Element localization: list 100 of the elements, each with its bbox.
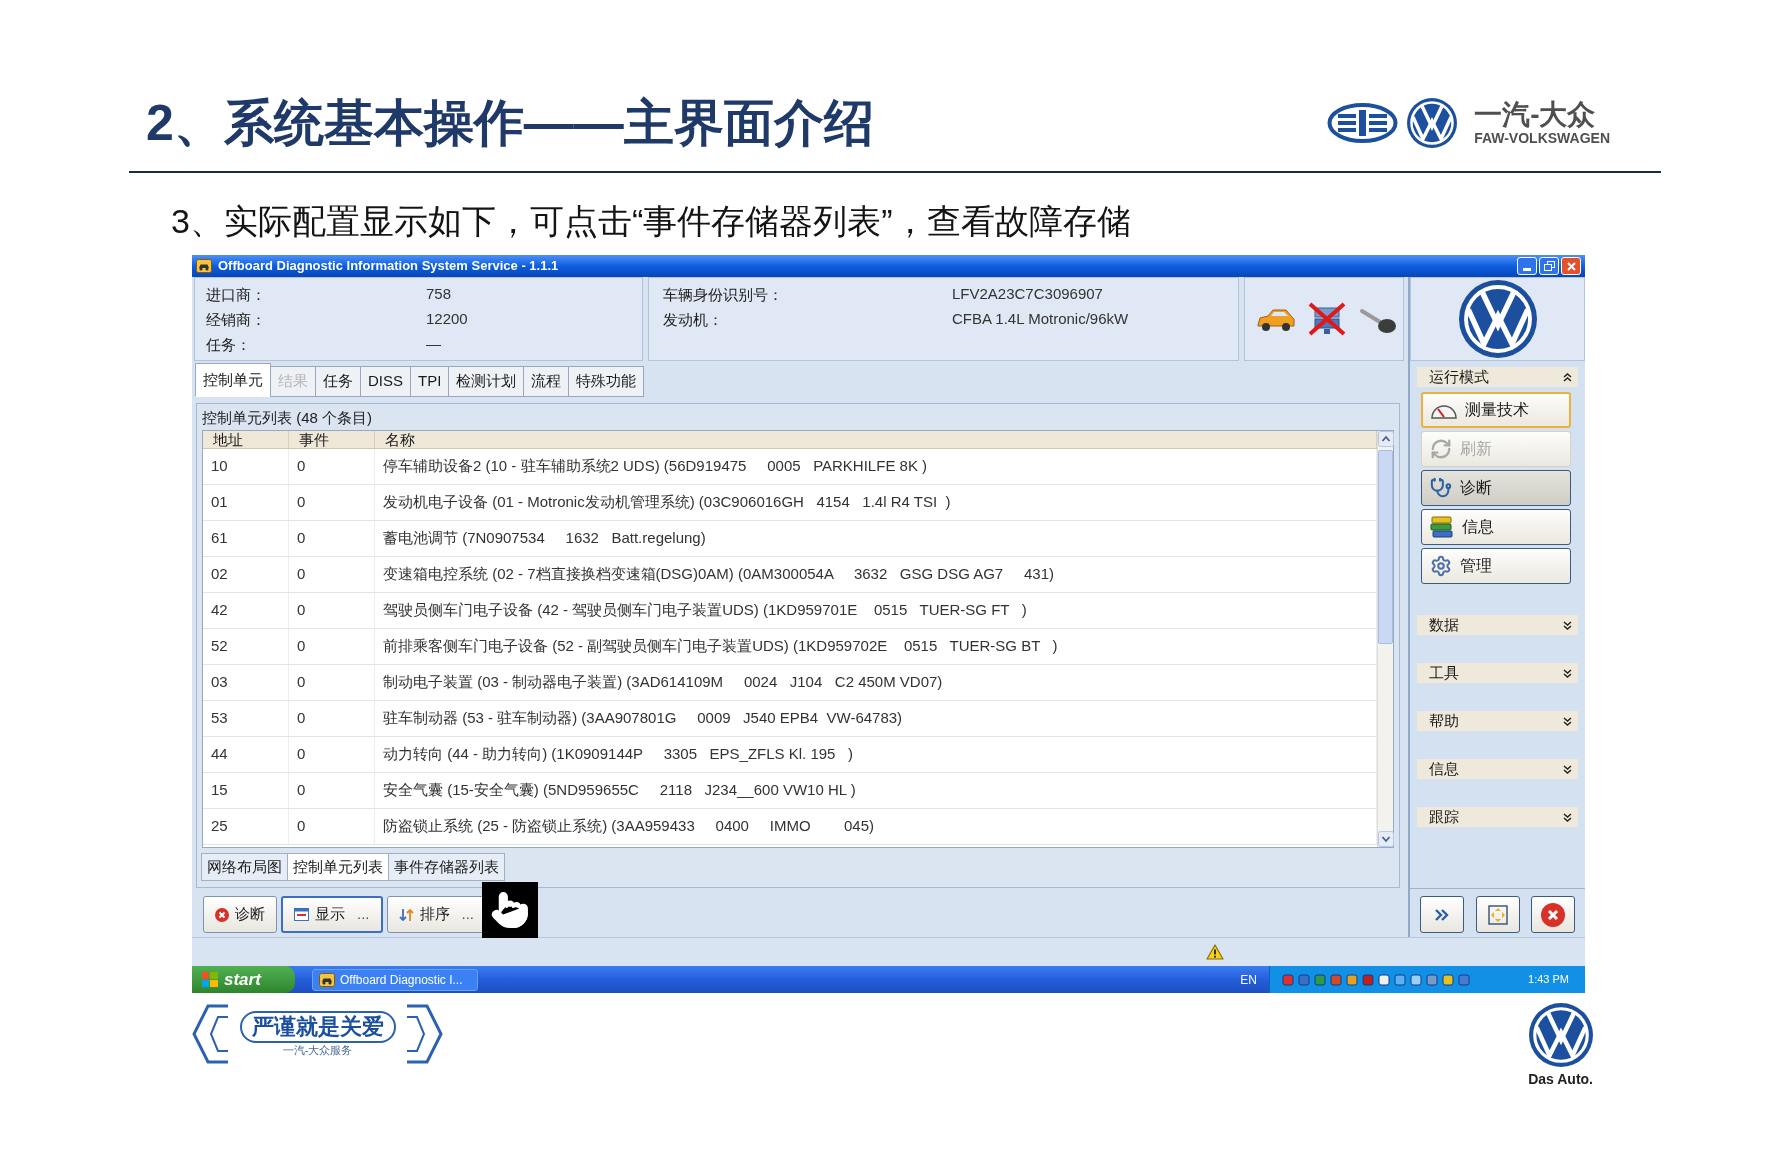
- table-cell: 01: [203, 485, 289, 520]
- start-button[interactable]: start: [192, 966, 295, 993]
- vw-logo: [1528, 1003, 1593, 1067]
- section-header[interactable]: 数据: [1417, 615, 1578, 635]
- clock: 1:43 PM: [1528, 972, 1569, 988]
- tray-icon[interactable]: [1410, 973, 1422, 986]
- table-cell: 0: [289, 665, 375, 700]
- table-cell: 0: [289, 737, 375, 772]
- frame-button[interactable]: [1475, 896, 1520, 933]
- tab[interactable]: 任务: [315, 366, 361, 397]
- table-row[interactable]: 25 0 防盗锁止系统 (25 - 防盗锁止系统) (3AA959433 0400 IMMO 045): [203, 809, 1377, 845]
- tab[interactable]: 检测计划: [448, 366, 525, 397]
- table-row[interactable]: 42 0 驾驶员侧车门电子设备 (42 - 驾驶员侧车门电子装置UDS) (1KD959701E 0515 TUER-SG FT ): [203, 593, 1377, 629]
- scroll-up-icon[interactable]: [1377, 431, 1394, 447]
- table-row[interactable]: 52 0 前排乘客侧车门电子设备 (52 - 副驾驶员侧车门电子装置UDS) (1KD959702E 0515 TUER-SG BT ): [203, 629, 1377, 665]
- tagline: Das Auto.: [1528, 1071, 1593, 1087]
- panel-title: 控制单元列表 (48 个条目): [202, 408, 372, 428]
- table-cell: 15: [203, 773, 289, 808]
- section-header[interactable]: 信息: [1417, 759, 1578, 779]
- tray-icon[interactable]: [1346, 973, 1358, 986]
- forward-button[interactable]: [1420, 896, 1464, 933]
- column-header[interactable]: 地址: [203, 431, 289, 448]
- table-row[interactable]: 61 0 蓄电池调节 (7N0907534 1632 Batt.regelung): [203, 521, 1377, 557]
- table-cell: 0: [289, 701, 375, 736]
- field-label: 进口商：: [206, 285, 266, 303]
- flag-icon: [202, 972, 218, 987]
- taskbar-button[interactable]: Offboard Diagnostic I...: [312, 968, 478, 991]
- column-header[interactable]: 事件: [289, 431, 375, 448]
- tray-icon[interactable]: [1394, 973, 1406, 986]
- mode-button[interactable]: 管理: [1421, 548, 1571, 584]
- refresh-icon: [1430, 438, 1452, 460]
- table-row[interactable]: 02 0 变速箱电控系统 (02 - 7档直接换档变速箱(DSG)0AM) (0AM300054A 3632 GSG DSG AG7 431): [203, 557, 1377, 593]
- table-cell: 25: [203, 809, 289, 844]
- table-row[interactable]: 15 0 安全气囊 (15-安全气囊) (5ND959655C 2118 J234__600 VW10 HL ): [203, 773, 1377, 809]
- slogan-badge: 严谨就是关爱: [239, 1011, 396, 1043]
- table-cell: 0: [289, 449, 375, 484]
- logo-bracket-icon: [192, 1003, 229, 1065]
- table-cell: 0: [289, 593, 375, 628]
- section-header[interactable]: 工具: [1417, 663, 1578, 683]
- tab[interactable]: 特殊功能: [568, 366, 645, 397]
- slide-subtitle: 3、实际配置显示如下，可点击“事件存储器列表”，查看故障存储: [171, 201, 1131, 241]
- minimize-icon: [1523, 268, 1531, 271]
- tab[interactable]: 控制单元列表: [287, 853, 389, 881]
- tray-icon[interactable]: [1282, 973, 1294, 986]
- tab[interactable]: DISS: [360, 366, 411, 397]
- tab[interactable]: 流程: [523, 366, 570, 397]
- language-indicator[interactable]: EN: [1240, 970, 1257, 989]
- app-icon: [196, 259, 212, 273]
- close-icon: [1541, 902, 1565, 927]
- table-cell: 0: [289, 485, 375, 520]
- toolbar-button[interactable]: 显示 ...: [281, 896, 383, 933]
- close-icon: [1566, 261, 1576, 271]
- frame-icon: [1486, 903, 1509, 926]
- field-value: —: [426, 334, 441, 355]
- brand-name: 一汽-大众: [1474, 100, 1596, 130]
- table-row[interactable]: 44 0 动力转向 (44 - 助力转向) (1K0909144P 3305 EPS_ZFLS Kl. 195 ): [203, 737, 1377, 773]
- tab[interactable]: 事件存储器列表: [388, 853, 505, 881]
- tray-icon[interactable]: [1442, 973, 1454, 986]
- scroll-down-icon[interactable]: [1377, 831, 1394, 847]
- table-cell: 0: [289, 809, 375, 844]
- tray-icon[interactable]: [1378, 973, 1390, 986]
- vw-logo: [1407, 98, 1458, 148]
- toolbar-button[interactable]: 诊断: [203, 896, 277, 933]
- restore-icon: [1543, 261, 1555, 271]
- restore-button[interactable]: [1539, 257, 1559, 275]
- tab[interactable]: 网络布局图: [201, 853, 288, 881]
- field-label: 任务：: [206, 335, 251, 353]
- tray-icon[interactable]: [1330, 973, 1342, 986]
- tab[interactable]: 控制单元: [195, 363, 271, 397]
- field-value: 12200: [426, 309, 468, 330]
- tray-icon[interactable]: [1362, 973, 1374, 986]
- mode-button[interactable]: 测量技术: [1421, 392, 1571, 428]
- table-cell: 44: [203, 737, 289, 772]
- mode-button[interactable]: 诊断: [1421, 470, 1571, 506]
- tab[interactable]: TPI: [410, 366, 450, 397]
- table-cell: 0: [289, 629, 375, 664]
- table-cell: 0: [289, 557, 375, 592]
- table-cell: 02: [203, 557, 289, 592]
- scrollbar[interactable]: [1377, 431, 1393, 847]
- tray-icon[interactable]: [1426, 973, 1438, 986]
- sort-icon: [398, 907, 414, 922]
- field-label: 发动机：: [663, 310, 723, 328]
- app-icon: [319, 972, 335, 987]
- table-row[interactable]: 03 0 制动电子装置 (03 - 制动器电子装置) (3AD614109M 0024 J104 C2 450M VD07): [203, 665, 1377, 701]
- section-header[interactable]: 帮助: [1417, 711, 1578, 731]
- section-header[interactable]: 运行模式: [1417, 367, 1578, 387]
- table-row[interactable]: 53 0 驻车制动器 (53 - 驻车制动器) (3AA907801G 0009 J540 EPB4 VW-64783): [203, 701, 1377, 737]
- window-title: Offboard Diagnostic Information System Service - 1.1.1: [218, 257, 559, 276]
- minimize-button[interactable]: [1517, 257, 1537, 275]
- emblem-logo: [1327, 103, 1399, 143]
- table-row[interactable]: 01 0 发动机电子设备 (01 - Motronic发动机管理系统) (03C906016GH 4154 1.4l R4 TSI ): [203, 485, 1377, 521]
- section-header[interactable]: 跟踪: [1417, 807, 1578, 827]
- scroll-thumb[interactable]: [1378, 450, 1393, 644]
- stethoscope-icon: [1430, 477, 1452, 499]
- mode-button[interactable]: 信息: [1421, 509, 1571, 545]
- window-icon: [294, 908, 309, 921]
- field-value: 758: [426, 284, 452, 305]
- table-cell: 0: [289, 773, 375, 808]
- close-button[interactable]: [1531, 896, 1575, 933]
- table-row[interactable]: 10 0 停车辅助设备2 (10 - 驻车辅助系统2 UDS) (56D919475 0005 PARKHILFE 8K ): [203, 449, 1377, 485]
